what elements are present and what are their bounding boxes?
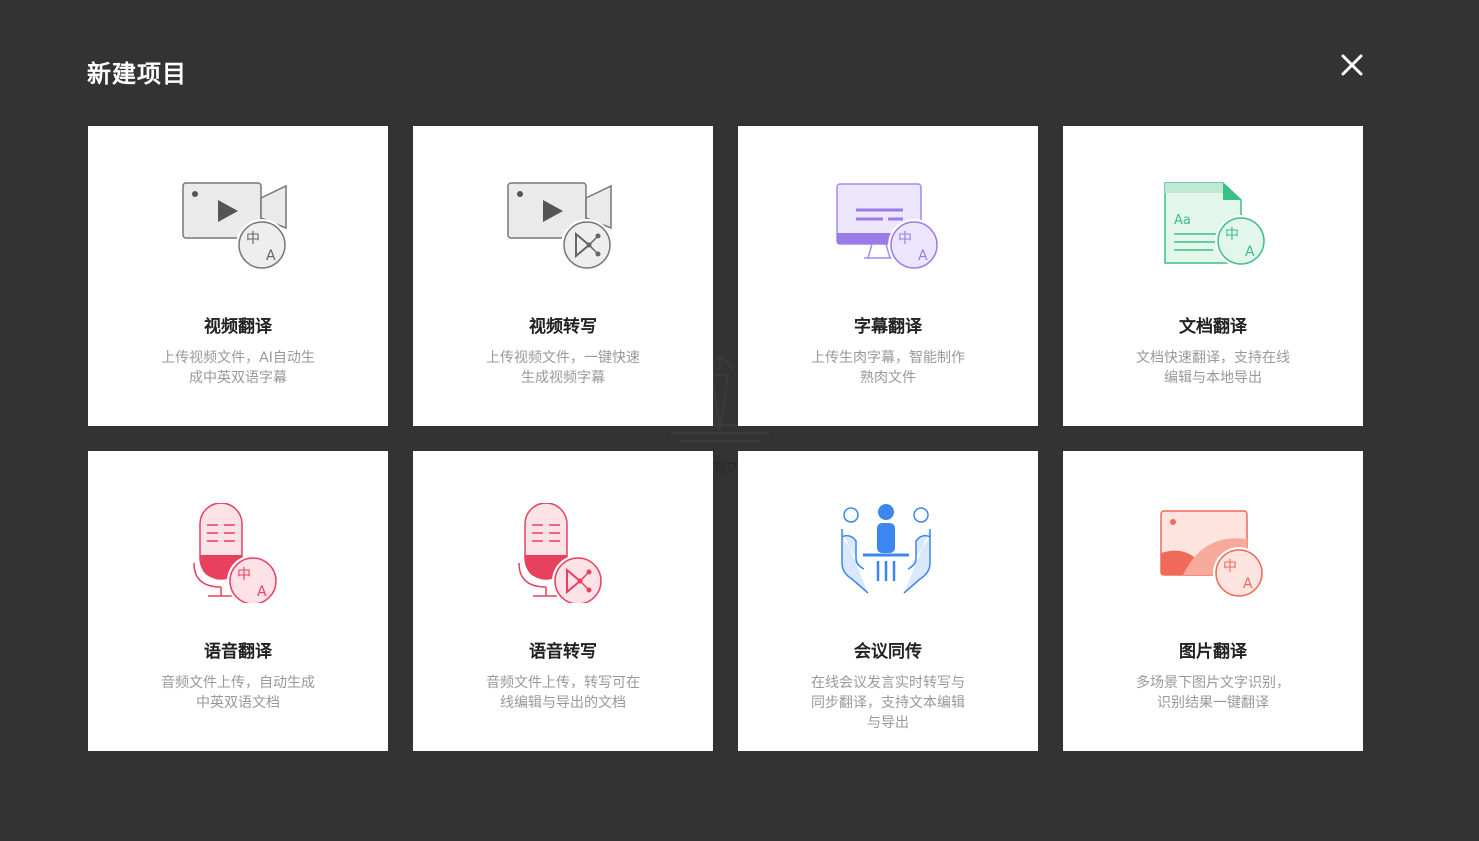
audio-transcribe-icon [518,503,604,603]
card-title: 字幕翻译 [854,317,922,337]
card-title: 会议同传 [854,642,922,662]
card-video-transcribe[interactable]: 视频转写 上传视频文件，一键快速生成视频字幕 [413,126,713,426]
card-description: 多场景下图片文字识别，识别结果一键翻译 [1136,675,1290,711]
audio-translate-icon: 中 A [193,503,279,603]
svg-text:A: A [1243,576,1253,592]
svg-text:A: A [257,584,267,600]
card-image-translate[interactable]: 中 A 图片翻译 多场景下图片文字识别，识别结果一键翻译 [1063,451,1363,751]
card-video-translate[interactable]: 中 A 视频翻译 上传视频文件，AI自动生成中英双语字幕 [88,126,388,426]
card-title: 视频翻译 [204,317,272,337]
svg-text:中: 中 [246,231,260,247]
page-title: 新建项目 [87,60,187,88]
card-description: 音频文件上传，自动生成中英双语文档 [161,675,315,711]
document-translate-icon: Aa 中 A [1164,182,1267,267]
svg-text:A: A [266,248,276,264]
card-title: 图片翻译 [1179,642,1247,662]
svg-text:中: 中 [237,567,251,583]
subtitle-translate-icon: 中 A [836,183,940,271]
card-title: 语音翻译 [204,642,272,662]
svg-text:中: 中 [1223,559,1237,575]
card-description: 在线会议发言实时转写与同步翻译，支持文本编辑与导出 [811,675,965,731]
video-translate-icon: 中 A [182,182,288,271]
card-description: 文档快速翻译，支持在线编辑与本地导出 [1136,350,1290,386]
card-document-translate[interactable]: Aa 中 A 文档翻译 文档快速翻译，支持在线编辑与本地导出 [1063,126,1363,426]
svg-text:A: A [918,248,928,264]
card-title: 语音转写 [529,642,597,662]
image-translate-icon: 中 A [1160,510,1265,599]
svg-text:A: A [1245,244,1255,260]
card-subtitle-translate[interactable]: 中 A 字幕翻译 上传生肉字幕，智能制作熟肉文件 [738,126,1038,426]
card-description: 上传视频文件，AI自动生成中英双语字幕 [161,350,315,386]
card-audio-transcribe[interactable]: 语音转写 音频文件上传，转写可在线编辑与导出的文档 [413,451,713,751]
card-description: 上传生肉字幕，智能制作熟肉文件 [811,350,965,386]
svg-text:中: 中 [1225,227,1239,243]
close-icon[interactable] [1337,50,1367,80]
project-type-grid: 中 A 视频翻译 上传视频文件，AI自动生成中英双语字幕 视频转写 上传视频文件… [88,126,1363,751]
card-title: 视频转写 [529,317,597,337]
svg-text:中: 中 [898,231,912,247]
video-transcribe-icon [507,182,613,271]
meeting-interpret-icon [841,504,931,594]
card-description: 音频文件上传，转写可在线编辑与导出的文档 [486,675,640,711]
card-title: 文档翻译 [1179,317,1247,337]
card-meeting-interpret[interactable]: 会议同传 在线会议发言实时转写与同步翻译，支持文本编辑与导出 [738,451,1038,751]
card-description: 上传视频文件，一键快速生成视频字幕 [486,350,640,386]
card-audio-translate[interactable]: 中 A 语音翻译 音频文件上传，自动生成中英双语文档 [88,451,388,751]
svg-text:Aa: Aa [1174,213,1191,228]
